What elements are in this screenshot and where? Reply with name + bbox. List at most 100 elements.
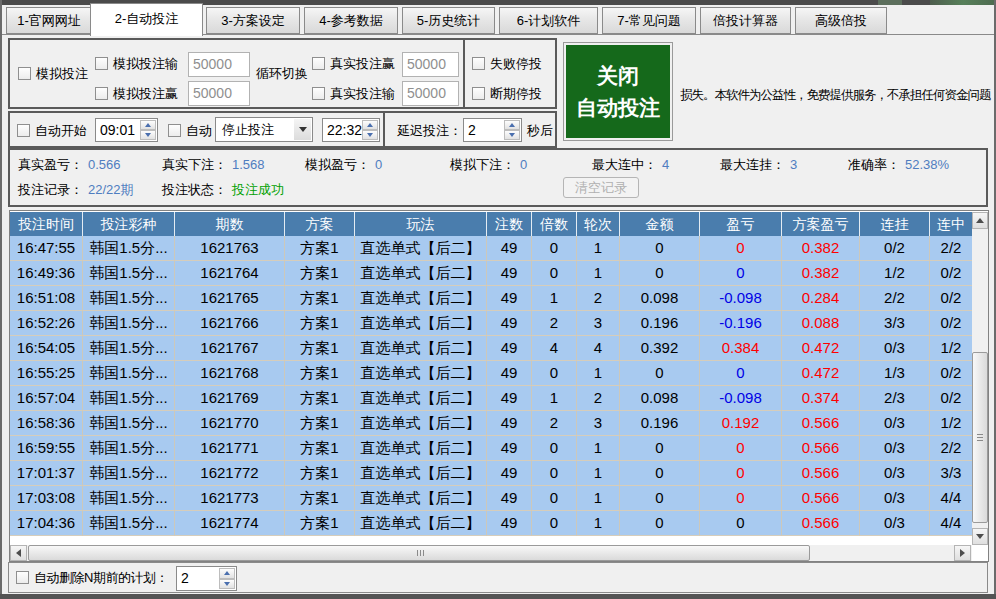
column-header-hit[interactable]: 连中 — [930, 212, 972, 236]
real-bet-value: 1.568 — [232, 157, 265, 172]
real-win-input[interactable]: 50000 — [402, 52, 459, 77]
sim-bet-value: 0 — [520, 157, 527, 172]
cell-bets: 49 — [487, 336, 532, 361]
column-header-issue[interactable]: 期数 — [175, 212, 285, 236]
table-row[interactable]: 16:58:36韩国1.5分...1621770方案1直选单式【后二】49230… — [10, 411, 972, 436]
horizontal-scroll-thumb[interactable] — [28, 545, 810, 561]
cell-plan: 方案1 — [285, 336, 355, 361]
vertical-scrollbar[interactable] — [972, 212, 988, 545]
tab-history-stats[interactable]: 5-历史统计 — [402, 7, 495, 34]
column-header-profit[interactable]: 盈亏 — [700, 212, 782, 236]
cell-issue: 1621768 — [175, 361, 285, 386]
fail-stop-label: 失败停投 — [490, 57, 542, 71]
cell-multiple: 1 — [532, 286, 577, 311]
table-row[interactable]: 16:47:55韩国1.5分...1621763方案1直选单式【后二】49010… — [10, 236, 972, 261]
delay-suffix-label: 秒后 — [527, 124, 553, 138]
table-row[interactable]: 16:51:08韩国1.5分...1621765方案1直选单式【后二】49120… — [10, 286, 972, 311]
real-win-checkbox[interactable] — [312, 57, 325, 70]
table-row[interactable]: 16:54:05韩国1.5分...1621767方案1直选单式【后二】49440… — [10, 336, 972, 361]
table-row[interactable]: 16:57:04韩国1.5分...1621769方案1直选单式【后二】49120… — [10, 386, 972, 411]
column-header-miss[interactable]: 连挂 — [860, 212, 930, 236]
auto-delete-spinner[interactable] — [219, 568, 235, 589]
real-lose-checkbox[interactable] — [312, 87, 325, 100]
cell-plan: 方案1 — [285, 286, 355, 311]
auto-checkbox[interactable] — [168, 124, 181, 137]
scroll-down-button[interactable] — [972, 528, 988, 545]
tab-advanced-multiplier[interactable]: 高级倍投 — [795, 7, 887, 34]
close-auto-bet-button[interactable]: 关闭自动投注 — [563, 42, 673, 141]
column-header-time[interactable]: 投注时间 — [10, 212, 83, 236]
real-lose-input[interactable]: 50000 — [402, 81, 459, 106]
sim-win-checkbox[interactable] — [95, 87, 108, 100]
cell-hit: 0/2 — [930, 386, 972, 411]
scroll-right-button[interactable] — [954, 545, 971, 561]
tab-multiplier-calculator[interactable]: 倍投计算器 — [700, 7, 791, 34]
cell-profit: 0 — [700, 511, 782, 536]
auto-delete-checkbox[interactable] — [16, 571, 29, 584]
start-time-input[interactable]: 09:01 — [95, 118, 158, 142]
cell-time: 17:01:37 — [10, 461, 83, 486]
cell-lottery: 韩国1.5分... — [83, 261, 175, 286]
cell-plan_profit: 0.566 — [782, 436, 860, 461]
tab-faq[interactable]: 7-常见问题 — [602, 7, 696, 34]
sim-lose-checkbox[interactable] — [95, 57, 108, 70]
table-row[interactable]: 17:01:37韩国1.5分...1621772方案1直选单式【后二】49010… — [10, 461, 972, 486]
cell-plan_profit: 0.284 — [782, 286, 860, 311]
table-row[interactable]: 16:55:25韩国1.5分...1621768方案1直选单式【后二】49010… — [10, 361, 972, 386]
column-header-plan[interactable]: 方案 — [285, 212, 355, 236]
tab-auto-bet[interactable]: 2-自动投注 — [90, 3, 203, 36]
table-row[interactable]: 16:52:26韩国1.5分...1621766方案1直选单式【后二】49230… — [10, 311, 972, 336]
column-header-lottery[interactable]: 投注彩种 — [83, 212, 175, 236]
cell-multiple: 0 — [532, 236, 577, 261]
column-header-round[interactable]: 轮次 — [577, 212, 620, 236]
auto-start-checkbox[interactable] — [17, 124, 30, 137]
auto-start-label: 自动开始 — [35, 124, 87, 138]
cell-lottery: 韩国1.5分... — [83, 336, 175, 361]
column-header-multiple[interactable]: 倍数 — [532, 212, 577, 236]
max-hit-value: 4 — [662, 157, 669, 172]
column-header-amount[interactable]: 金额 — [620, 212, 700, 236]
tab-reference-data[interactable]: 4-参考数据 — [304, 7, 398, 34]
real-win-label: 真实投注赢 — [330, 57, 395, 71]
cell-play: 直选单式【后二】 — [355, 336, 487, 361]
start-time-spinner[interactable] — [140, 120, 156, 140]
table-row[interactable]: 16:59:55韩国1.5分...1621771方案1直选单式【后二】49010… — [10, 436, 972, 461]
scroll-left-button[interactable] — [10, 545, 27, 561]
cell-bets: 49 — [487, 261, 532, 286]
sim-lose-input[interactable]: 50000 — [188, 52, 250, 77]
dropdown-arrow-icon[interactable] — [294, 119, 311, 140]
tab-official-site[interactable]: 1-官网网址 — [6, 7, 92, 34]
sim-win-input[interactable]: 50000 — [188, 81, 250, 106]
horizontal-scrollbar[interactable] — [10, 545, 972, 561]
cell-amount: 0.196 — [620, 411, 700, 436]
column-header-plan_profit[interactable]: 方案盈亏 — [782, 212, 860, 236]
delay-input[interactable]: 2 — [463, 118, 522, 142]
table-row[interactable]: 17:04:36韩国1.5分...1621774方案1直选单式【后二】49010… — [10, 511, 972, 536]
break-stop-checkbox[interactable] — [472, 87, 485, 100]
cell-miss: 0/3 — [860, 336, 930, 361]
table-row[interactable]: 17:03:08韩国1.5分...1621773方案1直选单式【后二】49010… — [10, 486, 972, 511]
cell-hit: 4/4 — [930, 511, 972, 536]
table-row[interactable]: 16:49:36韩国1.5分...1621764方案1直选单式【后二】49010… — [10, 261, 972, 286]
cell-amount: 0 — [620, 261, 700, 286]
column-header-bets[interactable]: 注数 — [487, 212, 532, 236]
delay-spinner[interactable] — [504, 120, 520, 140]
cell-amount: 0.392 — [620, 336, 700, 361]
auto-delete-input[interactable]: 2 — [176, 566, 237, 591]
scroll-up-button[interactable] — [972, 212, 988, 229]
fail-stop-checkbox[interactable] — [472, 57, 485, 70]
cell-multiple: 4 — [532, 336, 577, 361]
sim-bet-checkbox[interactable] — [18, 67, 31, 80]
stop-time-spinner[interactable] — [362, 120, 378, 140]
column-header-play[interactable]: 玩法 — [355, 212, 487, 236]
stop-action-dropdown[interactable]: 停止投注 — [215, 117, 313, 142]
vertical-scroll-thumb[interactable] — [972, 352, 988, 523]
cell-lottery: 韩国1.5分... — [83, 486, 175, 511]
real-profit-stat: 真实盈亏：0.566 — [18, 156, 121, 174]
stop-time-input[interactable]: 22:32 — [322, 118, 380, 142]
tab-plan-setting[interactable]: 3-方案设定 — [206, 7, 300, 34]
clear-records-button[interactable]: 清空记录 — [563, 177, 639, 198]
cell-issue: 1621765 — [175, 286, 285, 311]
tab-plan-software[interactable]: 6-计划软件 — [499, 7, 598, 34]
cell-plan: 方案1 — [285, 411, 355, 436]
